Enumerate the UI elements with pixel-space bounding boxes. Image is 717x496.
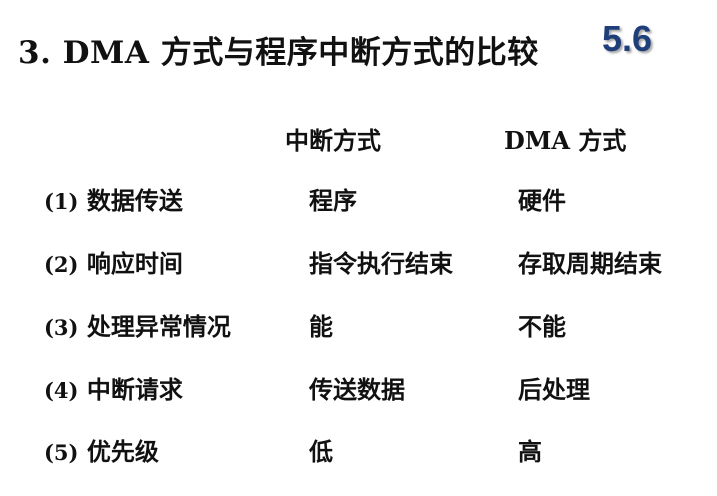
dma-value: 不能: [518, 312, 566, 341]
column-header-interrupt: 中断方式: [285, 126, 381, 155]
row-number: (1): [44, 189, 79, 214]
row-label: (1) 数据传送: [44, 181, 183, 216]
row-number: (5): [44, 440, 79, 465]
dma-value: 存取周期结束: [518, 249, 662, 278]
row-item: 数据传送: [86, 186, 183, 215]
row-label: (5) 优先级: [44, 432, 159, 467]
row-item: 处理异常情况: [86, 312, 231, 341]
row-number: (3): [44, 315, 79, 340]
dma-value: 高: [518, 437, 542, 466]
section-number-badge: 5.6: [602, 18, 653, 59]
table-row: (3) 处理异常情况 能 不能: [0, 307, 717, 347]
interrupt-value: 低: [309, 437, 333, 466]
row-item: 优先级: [86, 437, 159, 466]
row-number: (2): [44, 252, 79, 277]
table-row: (4) 中断请求 传送数据 后处理: [0, 370, 717, 410]
dma-value: 硬件: [518, 186, 566, 215]
table-row: (1) 数据传送 程序 硬件: [0, 181, 717, 221]
row-item: 响应时间: [86, 249, 183, 278]
interrupt-value: 传送数据: [309, 375, 405, 404]
row-number: (4): [44, 378, 79, 403]
slide-title: 3. DMA 方式与程序中断方式的比较: [18, 35, 539, 71]
interrupt-value: 程序: [309, 186, 357, 215]
column-header-dma: DMA 方式: [504, 126, 627, 155]
table-row: (2) 响应时间 指令执行结束 存取周期结束: [0, 244, 717, 284]
row-item: 中断请求: [86, 375, 183, 404]
interrupt-value: 能: [309, 312, 333, 341]
row-label: (3) 处理异常情况: [44, 307, 231, 342]
table-row: (5) 优先级 低 高: [0, 432, 717, 472]
row-label: (4) 中断请求: [44, 370, 183, 405]
dma-value: 后处理: [518, 375, 590, 404]
row-label: (2) 响应时间: [44, 244, 183, 279]
interrupt-value: 指令执行结束: [309, 249, 453, 278]
